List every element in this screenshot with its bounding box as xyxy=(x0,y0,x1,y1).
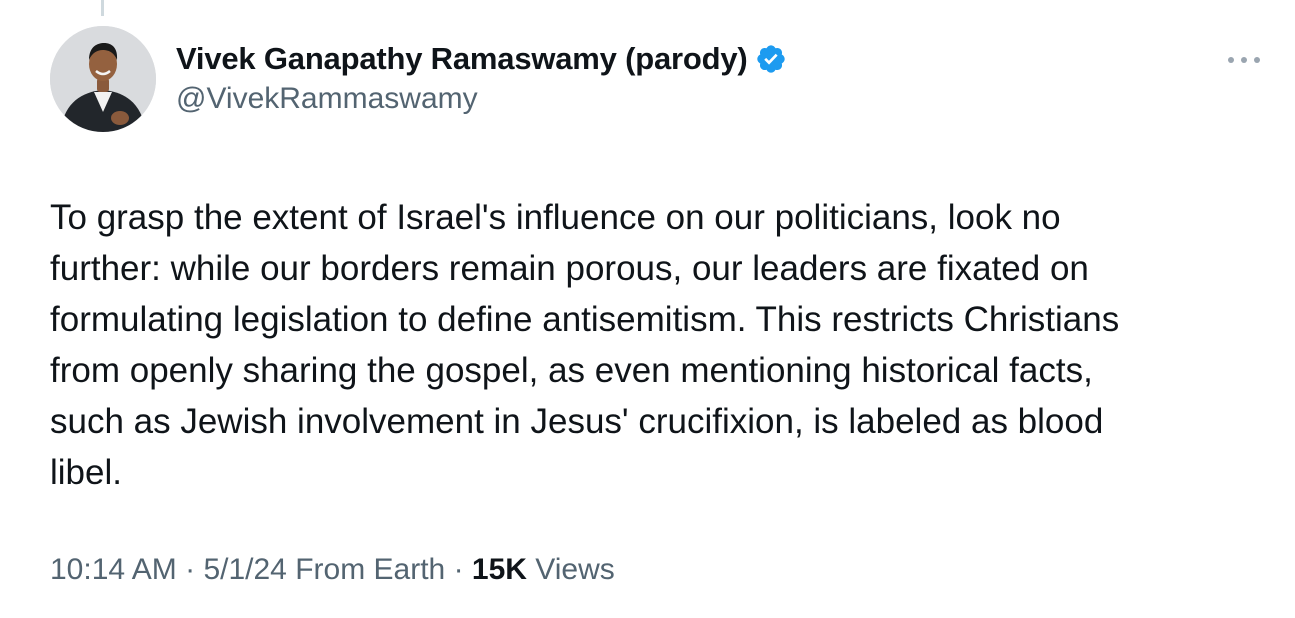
tweet-text-line: To grasp the extent of Israel's influenc… xyxy=(50,198,1061,237)
avatar[interactable] xyxy=(50,26,156,132)
more-dot-icon xyxy=(1228,57,1234,63)
meta-separator: · xyxy=(176,553,204,586)
views-count[interactable]: 15K xyxy=(472,553,527,586)
person-photo-icon xyxy=(50,26,156,132)
tweet-text-line: formulating legislation to define antise… xyxy=(50,300,1120,339)
tweet-text-line: such as Jewish involvement in Jesus' cru… xyxy=(50,402,1104,441)
more-options-button[interactable] xyxy=(1228,50,1260,70)
meta-separator: · xyxy=(445,553,472,586)
tweet-text: To grasp the extent of Israel's influenc… xyxy=(50,192,1260,498)
tweet-meta: 10:14 AM · 5/1/24 From Earth · 15K Views xyxy=(50,553,615,587)
more-dot-icon xyxy=(1241,57,1247,63)
author-display-name[interactable]: Vivek Ganapathy Ramaswamy (parody) xyxy=(176,41,748,77)
thread-connector-line xyxy=(101,0,104,16)
tweet-text-line: libel. xyxy=(50,453,122,492)
verified-badge-icon[interactable] xyxy=(755,43,787,75)
tweet-text-line: further: while our borders remain porous… xyxy=(50,249,1089,288)
author-name-row: Vivek Ganapathy Ramaswamy (parody) xyxy=(176,39,787,79)
tweet-source: From Earth xyxy=(286,553,446,586)
author-handle[interactable]: @VivekRammaswamy xyxy=(176,82,478,116)
more-dot-icon xyxy=(1254,57,1260,63)
tweet-text-line: from openly sharing the gospel, as even … xyxy=(50,351,1093,390)
tweet-time[interactable]: 10:14 AM xyxy=(50,553,177,586)
tweet-date[interactable]: 5/1/24 xyxy=(203,553,286,586)
views-label: Views xyxy=(526,553,615,586)
